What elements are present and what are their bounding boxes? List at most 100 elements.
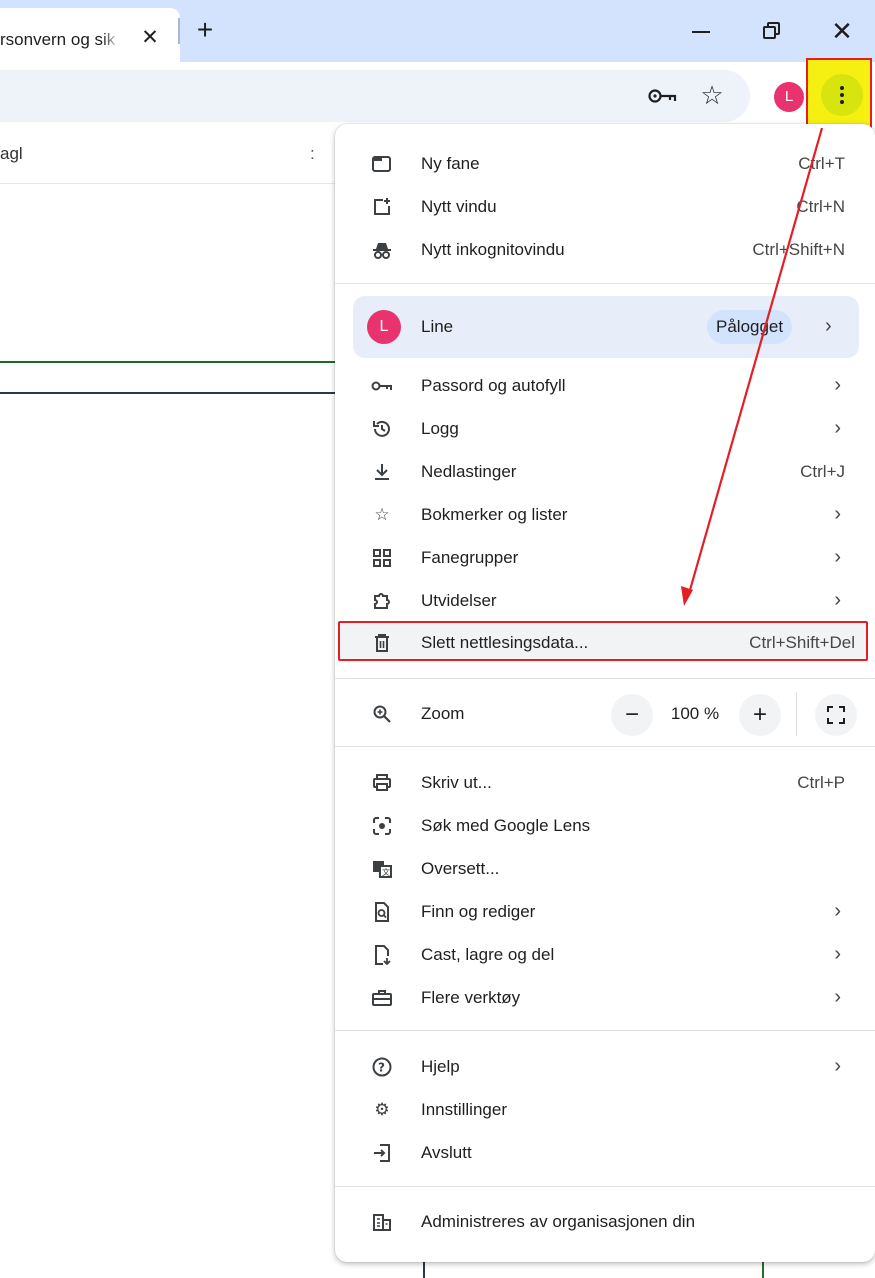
page-divider-blue xyxy=(0,392,340,394)
chevron-right-icon: › xyxy=(825,315,832,337)
find-icon xyxy=(375,902,389,922)
page-bar-text: agl xyxy=(0,144,23,163)
profile-avatar: L xyxy=(367,310,401,344)
chevron-right-icon: › xyxy=(834,1055,841,1077)
menu-item-help[interactable]: ? Hjelp › xyxy=(335,1047,875,1087)
menu-item-label: Flere verktøy xyxy=(421,988,521,1007)
chrome-menu-button[interactable] xyxy=(821,74,863,116)
page-divider-green xyxy=(0,361,340,363)
menu-separator xyxy=(335,1186,875,1187)
menu-item-label: Nytt inkognitovindu xyxy=(421,240,565,259)
menu-item-managed[interactable]: Administreres av organisasjonen din xyxy=(335,1202,875,1242)
zoom-divider xyxy=(796,692,797,736)
menu-item-label: Skriv ut... xyxy=(421,773,492,792)
menu-item-label: Oversett... xyxy=(421,859,500,878)
chevron-right-icon: › xyxy=(834,943,841,965)
menu-item-label: Fanegrupper xyxy=(421,548,519,567)
history-icon xyxy=(373,420,390,437)
new-tab-icon xyxy=(372,156,391,172)
menu-item-label: Nytt vindu xyxy=(421,197,497,216)
gear-icon: ⚙ xyxy=(374,1100,390,1119)
menu-item-label: Finn og rediger xyxy=(421,902,536,921)
tab-title: rsonvern og sik xyxy=(0,30,116,49)
chrome-menu: Ny fane Ctrl+T Nytt vindu Ctrl+N Nytt in… xyxy=(335,124,875,1262)
menu-item-label: Avslutt xyxy=(421,1143,472,1162)
menu-item-label: Administreres av organisasjonen din xyxy=(421,1212,696,1231)
star-icon: ☆ xyxy=(374,505,390,524)
menu-item-label: Ny fane xyxy=(421,154,480,173)
menu-item-label: Logg xyxy=(421,419,459,438)
zoom-icon xyxy=(373,705,391,723)
menu-profile-row[interactable]: L Line Pålogget › xyxy=(353,296,859,358)
menu-item-tab-groups[interactable]: Fanegrupper › xyxy=(335,538,875,578)
menu-separator xyxy=(335,283,875,284)
menu-item-label: Cast, lagre og del xyxy=(421,945,555,964)
page-divider-bottom-green xyxy=(762,1262,764,1278)
bookmark-star-icon[interactable]: ☆ xyxy=(698,80,726,110)
menu-item-downloads[interactable]: Nedlastinger Ctrl+J xyxy=(335,452,875,492)
tab-groups-icon xyxy=(373,549,391,567)
fullscreen-button[interactable] xyxy=(815,694,857,736)
password-key-icon[interactable] xyxy=(648,86,678,106)
trash-icon xyxy=(375,634,389,652)
menu-item-more-tools[interactable]: Flere verktøy › xyxy=(335,978,875,1018)
menu-separator xyxy=(335,678,875,679)
menu-item-print[interactable]: Skriv ut... Ctrl+P xyxy=(335,763,875,803)
menu-item-new-tab[interactable]: Ny fane Ctrl+T xyxy=(335,144,875,184)
signed-in-badge: Pålogget xyxy=(707,310,793,344)
menu-item-label: Søk med Google Lens xyxy=(421,816,591,835)
menu-item-history[interactable]: Logg › xyxy=(335,409,875,449)
new-tab-button[interactable]: + xyxy=(192,16,218,46)
tab-close-icon[interactable]: ✕ xyxy=(140,26,160,50)
menu-item-cast-save-share[interactable]: Cast, lagre og del › xyxy=(335,935,875,975)
chevron-right-icon: › xyxy=(834,374,841,396)
address-bar[interactable] xyxy=(0,70,750,122)
restore-icon[interactable] xyxy=(763,22,781,40)
menu-item-clear-browsing-data[interactable]: Slett nettlesingsdata... Ctrl+Shift+Del xyxy=(335,623,875,663)
page-header-bar: agl : xyxy=(0,126,340,184)
zoom-in-button[interactable]: + xyxy=(739,694,781,736)
zoom-out-button[interactable]: − xyxy=(611,694,653,736)
download-icon xyxy=(375,464,389,480)
help-icon: ? xyxy=(372,1057,392,1077)
menu-item-shortcut: Ctrl+P xyxy=(797,773,845,792)
svg-text:文: 文 xyxy=(382,867,390,877)
window-close-icon[interactable]: ✕ xyxy=(830,14,854,48)
menu-item-label: Slett nettlesingsdata... xyxy=(421,633,589,652)
minimize-icon[interactable] xyxy=(692,31,710,33)
toolbox-icon xyxy=(372,990,392,1006)
menu-item-translate[interactable]: 文 Oversett... xyxy=(335,849,875,889)
print-icon xyxy=(373,774,391,791)
building-icon xyxy=(373,1214,391,1231)
menu-separator xyxy=(335,1030,875,1031)
toolbar: ☆ L xyxy=(0,62,875,126)
menu-item-new-window[interactable]: Nytt vindu Ctrl+N xyxy=(335,187,875,227)
tab-separator xyxy=(178,18,180,44)
page-divider-bottom xyxy=(423,1262,425,1278)
fullscreen-icon xyxy=(827,706,845,724)
menu-item-label: Passord og autofyll xyxy=(421,376,566,395)
tab-strip: rsonvern og sik ✕ + ✕ xyxy=(0,0,875,62)
menu-item-label: Nedlastinger xyxy=(421,462,517,481)
menu-item-passwords[interactable]: Passord og autofyll › xyxy=(335,366,875,406)
menu-item-google-lens[interactable]: Søk med Google Lens xyxy=(335,806,875,846)
active-tab[interactable]: rsonvern og sik ✕ xyxy=(0,8,180,62)
profile-avatar[interactable]: L xyxy=(774,82,804,112)
svg-text:?: ? xyxy=(378,1061,385,1075)
chevron-right-icon: › xyxy=(834,986,841,1008)
page-block xyxy=(0,186,340,268)
menu-item-exit[interactable]: Avslutt xyxy=(335,1133,875,1173)
menu-item-find-edit[interactable]: Finn og rediger › xyxy=(335,892,875,932)
menu-item-shortcut: Ctrl+N xyxy=(796,197,845,216)
menu-item-bookmarks[interactable]: ☆ Bokmerker og lister › xyxy=(335,495,875,535)
new-window-icon xyxy=(374,198,390,215)
menu-item-shortcut: Ctrl+J xyxy=(800,462,845,481)
menu-item-settings[interactable]: ⚙ Innstillinger xyxy=(335,1090,875,1130)
chevron-right-icon: › xyxy=(834,503,841,525)
chevron-right-icon: › xyxy=(834,589,841,611)
menu-item-extensions[interactable]: Utvidelser › xyxy=(335,581,875,621)
menu-item-incognito[interactable]: Nytt inkognitovindu Ctrl+Shift+N xyxy=(335,230,875,270)
page-more-icon[interactable]: : xyxy=(310,144,315,164)
menu-item-shortcut: Ctrl+Shift+N xyxy=(752,240,845,259)
chevron-right-icon: › xyxy=(834,417,841,439)
